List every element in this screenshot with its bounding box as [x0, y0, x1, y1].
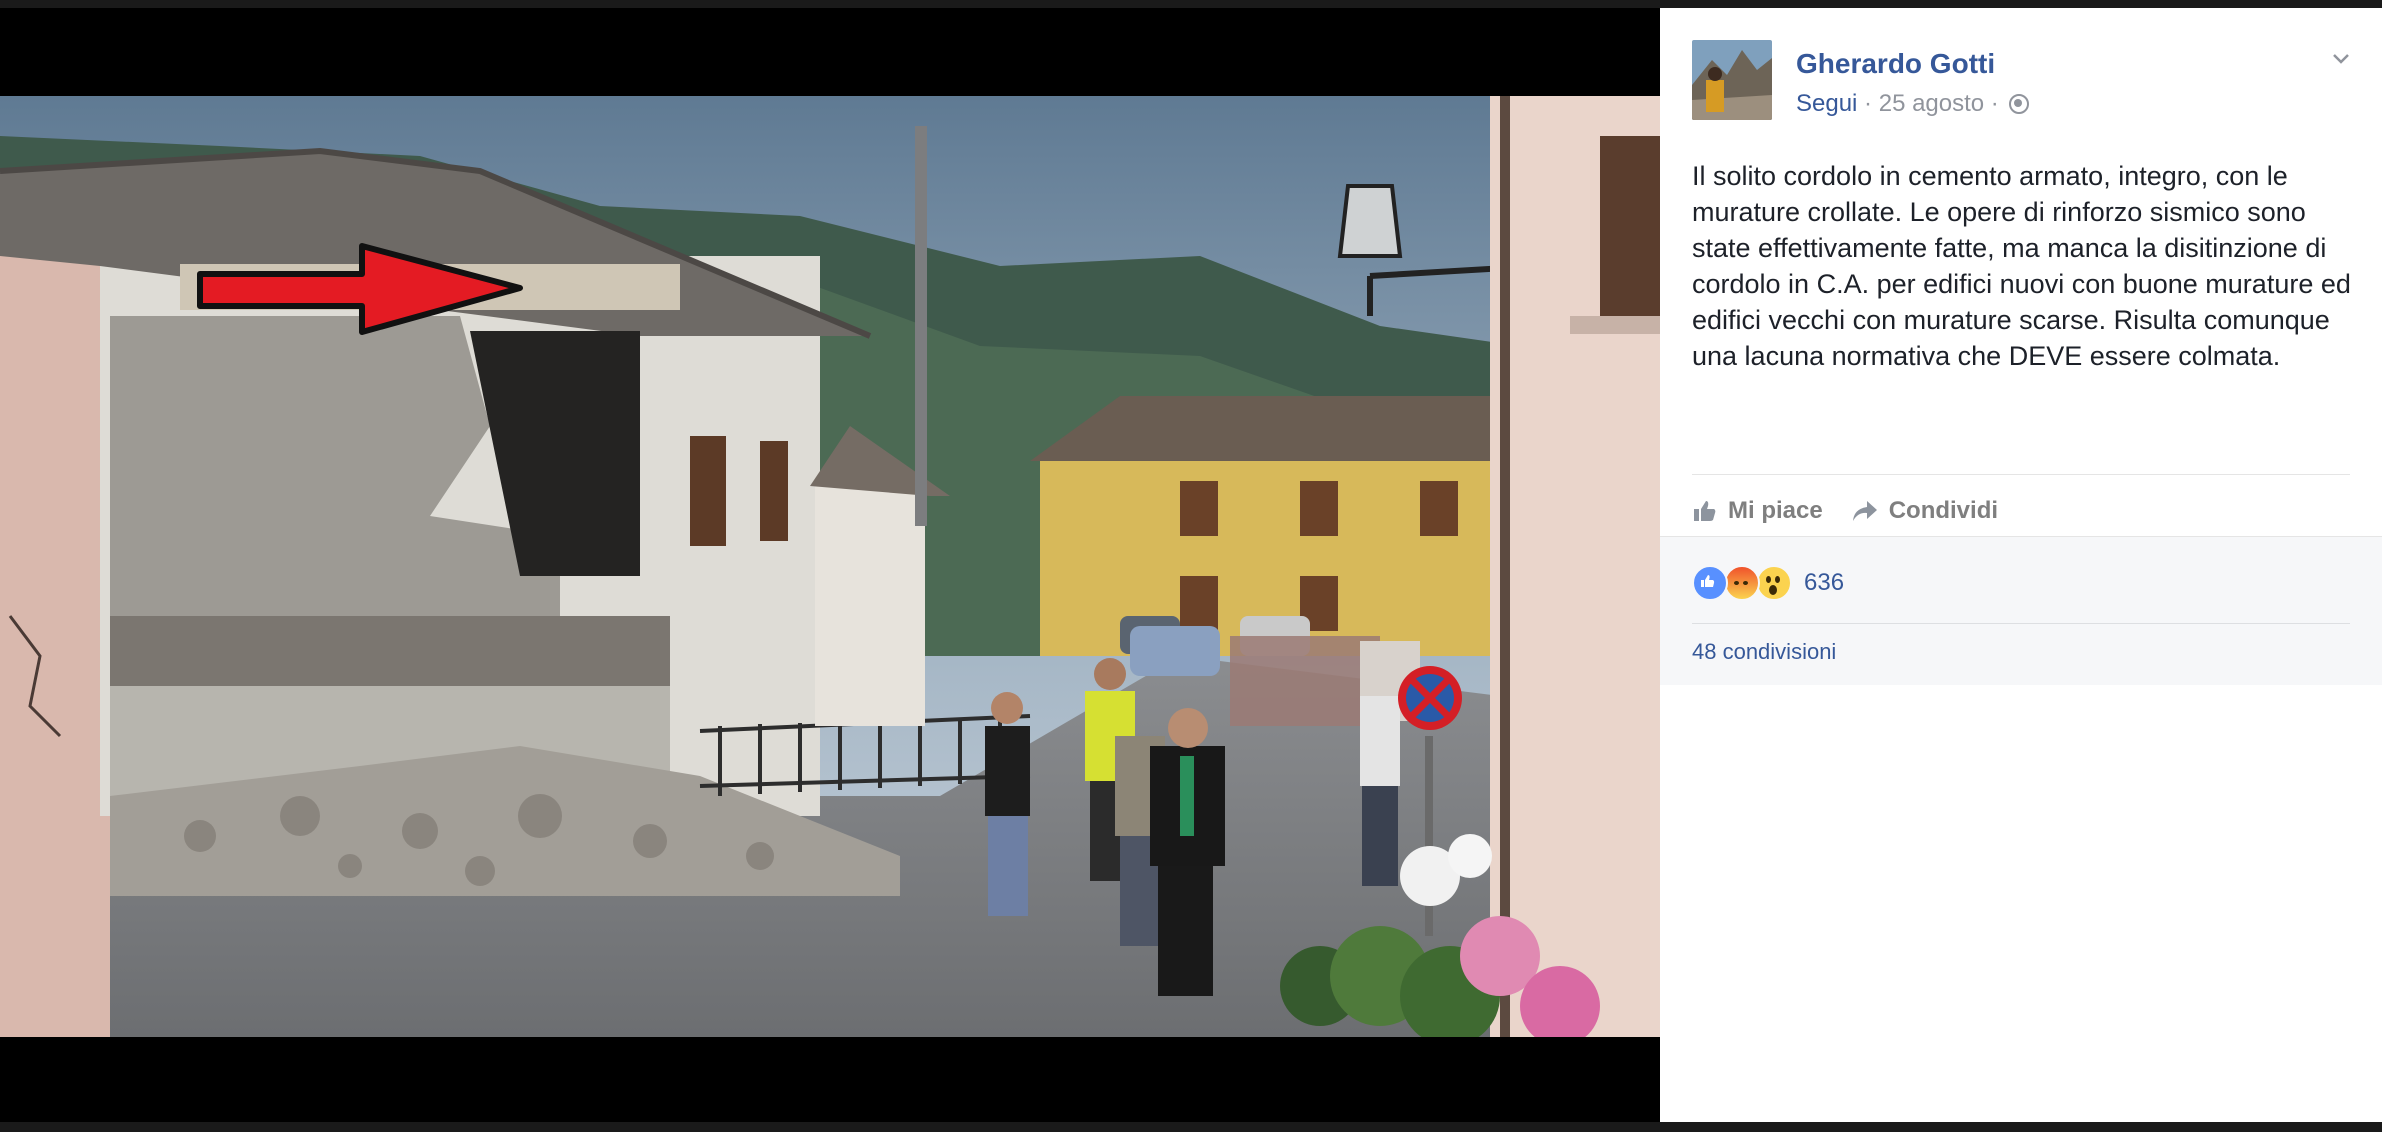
share-button[interactable]: Condividi	[1851, 497, 1998, 525]
avatar[interactable]	[1692, 40, 1772, 120]
globe-icon[interactable]	[2009, 94, 2030, 114]
bottom-bar	[0, 1122, 2382, 1132]
share-icon	[1852, 501, 1877, 521]
divider	[1692, 623, 2350, 624]
photo-viewer: Gherardo Gotti Segui · 25 agosto · Il so…	[0, 0, 2382, 1132]
reactions-area: 636 48 condivisioni	[1660, 536, 2382, 685]
post-sidebar: Gherardo Gotti Segui · 25 agosto · Il so…	[1660, 8, 2382, 1122]
post-actions: Mi piace Condividi	[1692, 484, 2026, 538]
author-name[interactable]: Gherardo Gotti	[1796, 48, 1995, 80]
post-photo[interactable]	[0, 96, 1660, 1037]
angry-icon	[1724, 565, 1760, 601]
follow-link[interactable]: Segui	[1796, 90, 1857, 117]
divider	[1692, 474, 2350, 475]
reaction-summary[interactable]: 636	[1692, 565, 1844, 601]
reaction-count[interactable]: 636	[1804, 569, 1844, 597]
post-date[interactable]: 25 agosto	[1879, 90, 1984, 117]
photo-stage[interactable]	[0, 8, 1660, 1122]
top-bar	[0, 0, 2382, 8]
meta-separator: ·	[1984, 90, 2006, 117]
share-label: Condividi	[1888, 497, 1999, 524]
meta-separator: ·	[1857, 90, 1879, 117]
thumbs-up-icon	[1694, 501, 1716, 521]
like-icon	[1692, 565, 1728, 601]
like-label: Mi piace	[1728, 497, 1823, 524]
post-meta: Segui · 25 agosto ·	[1796, 90, 2030, 118]
shares-count[interactable]: 48 condivisioni	[1692, 639, 1836, 665]
post-header: Gherardo Gotti Segui · 25 agosto ·	[1692, 40, 2358, 124]
wow-icon	[1756, 565, 1792, 601]
post-text: Il solito cordolo in cemento armato, int…	[1692, 161, 2351, 371]
like-button[interactable]: Mi piace	[1692, 497, 1823, 525]
chevron-down-icon[interactable]	[2332, 50, 2350, 68]
